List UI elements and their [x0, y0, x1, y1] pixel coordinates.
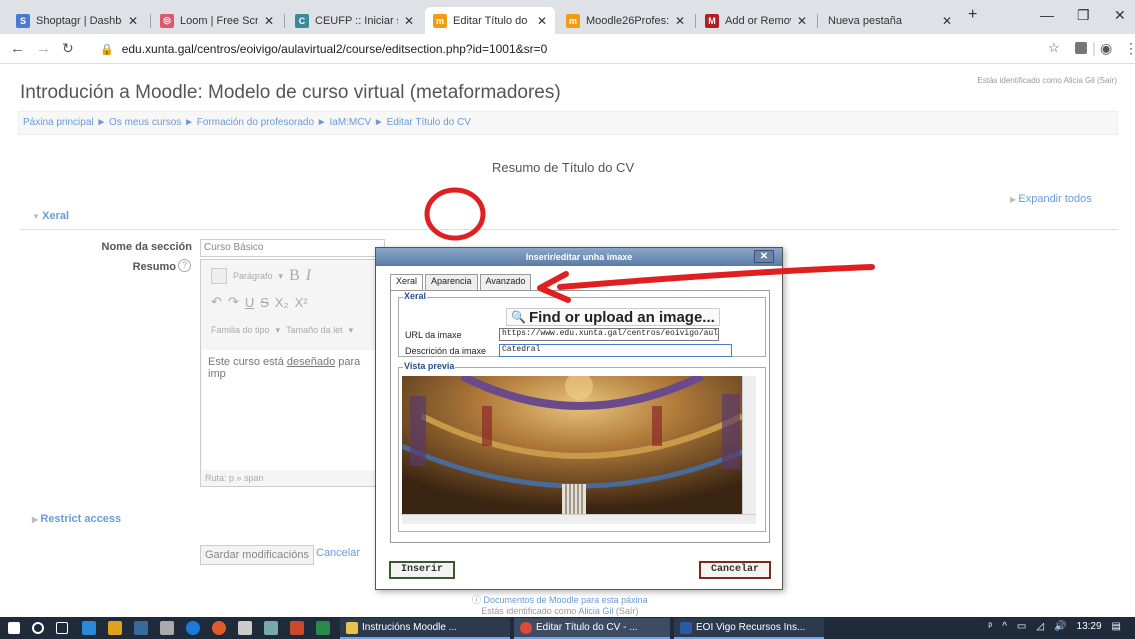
browser-tab-shoptagr[interactable]: S Shoptagr | Dashbo ✕	[8, 7, 146, 34]
tab-label: Moodle26Profes:	[586, 14, 669, 27]
chrome-icon	[520, 621, 532, 634]
lock-icon: 🔒	[100, 43, 114, 56]
url-text: edu.xunta.gal/centros/eoivigo/aulavirtua…	[121, 42, 548, 56]
windows-taskbar: Instrucións Moodle ... Editar Título do …	[0, 617, 1135, 639]
browser-tab-new[interactable]: Nueva pestaña ✕	[820, 7, 960, 34]
moodle-page: Estás identificado como Alicia Gil (Saír…	[0, 64, 1135, 617]
close-window-icon[interactable]: ✕	[1114, 7, 1126, 24]
annotation-circle	[424, 187, 486, 241]
gmail-icon: M	[705, 13, 719, 28]
tab-label: Editar Título do C	[453, 14, 531, 27]
chevron-up-icon[interactable]: ^	[1002, 621, 1007, 632]
close-tab-icon[interactable]: ✕	[942, 14, 952, 28]
restore-icon[interactable]: ❐	[1077, 7, 1090, 24]
powerpoint-icon[interactable]	[290, 621, 304, 635]
new-tab-button[interactable]: +	[968, 6, 977, 24]
wifi-icon[interactable]: ◿	[1036, 621, 1044, 632]
browser-tab-editar-titulo[interactable]: m Editar Título do C ✕	[425, 7, 555, 34]
back-icon[interactable]: ←	[10, 40, 25, 57]
tab-label: Shoptagr | Dashbo	[36, 14, 122, 27]
task-label: Instrucións Moodle ...	[362, 622, 458, 633]
tab-label: Add or Remove Se	[725, 14, 791, 27]
shoptagr-icon: S	[16, 13, 30, 28]
address-bar: ← → ↻ 🔒 edu.xunta.gal/centros/eoivigo/au…	[0, 34, 1135, 64]
app-icon[interactable]	[238, 621, 252, 635]
menu-dots-icon[interactable]: ⋮	[1124, 40, 1135, 57]
extension-icon[interactable]	[1075, 42, 1087, 54]
tab-label: CEUFP :: Iniciar se	[315, 14, 398, 27]
browser-tab-strip: S Shoptagr | Dashbo ✕ ◎ Loom | Free Scree…	[0, 0, 1135, 34]
word-icon	[680, 621, 692, 634]
forward-icon[interactable]: →	[36, 40, 51, 57]
browser-tab-moodle26[interactable]: m Moodle26Profes: ✕	[558, 7, 693, 34]
ceufp-icon: C	[295, 13, 309, 28]
start-icon[interactable]	[8, 622, 20, 634]
taskbar-item-chrome[interactable]: Editar Título do CV - ...	[514, 618, 670, 639]
close-tab-icon[interactable]: ✕	[264, 14, 274, 28]
loom-icon: ◎	[160, 13, 174, 28]
folder-icon	[346, 621, 358, 634]
system-tray: ᵖ ^ ▭ ◿ 🔊 13:29 ▤	[988, 621, 1121, 632]
minimize-icon[interactable]: —	[1040, 7, 1054, 23]
edge-icon[interactable]	[186, 621, 200, 635]
task-view-icon[interactable]	[56, 622, 68, 634]
clock[interactable]: 13:29	[1077, 621, 1102, 632]
store-icon[interactable]	[82, 621, 96, 635]
moodle-icon: m	[566, 13, 580, 28]
firefox-icon[interactable]	[212, 621, 226, 635]
app-icon[interactable]	[134, 621, 148, 635]
tab-label: Loom | Free Scree	[180, 14, 258, 27]
taskbar-item-word[interactable]: EOI Vigo Recursos Ins...	[674, 618, 824, 639]
calculator-icon[interactable]	[160, 621, 174, 635]
annotation-arrow-shaft	[557, 264, 875, 290]
profile-icon[interactable]: ◉	[1100, 40, 1112, 57]
notifications-icon[interactable]: ▤	[1112, 621, 1121, 632]
reload-icon[interactable]: ↻	[62, 40, 74, 57]
app-icon[interactable]	[108, 621, 122, 635]
excel-icon[interactable]	[316, 621, 330, 635]
search-icon[interactable]	[32, 622, 44, 634]
people-icon[interactable]: ᵖ	[988, 621, 992, 632]
bookmark-star-icon[interactable]: ☆	[1048, 40, 1060, 56]
task-label: EOI Vigo Recursos Ins...	[696, 622, 806, 633]
tab-label: Nueva pestaña	[828, 14, 902, 27]
close-tab-icon[interactable]: ✕	[675, 14, 685, 28]
close-tab-icon[interactable]: ✕	[537, 14, 547, 28]
annotation-overlay	[424, 187, 875, 303]
close-tab-icon[interactable]: ✕	[797, 14, 807, 28]
browser-tab-ceufp[interactable]: C CEUFP :: Iniciar se ✕	[287, 7, 422, 34]
browser-tab-loom[interactable]: ◎ Loom | Free Scree ✕	[152, 7, 282, 34]
close-tab-icon[interactable]: ✕	[404, 14, 414, 28]
battery-icon[interactable]: ▭	[1017, 621, 1026, 632]
browser-tab-add-remove[interactable]: M Add or Remove Se ✕	[697, 7, 815, 34]
close-tab-icon[interactable]: ✕	[128, 14, 138, 28]
task-label: Editar Título do CV - ...	[536, 622, 638, 633]
url-field[interactable]: 🔒 edu.xunta.gal/centros/eoivigo/aulavirt…	[100, 38, 1040, 60]
moodle-icon: m	[433, 13, 447, 28]
taskbar-item-folder[interactable]: Instrucións Moodle ...	[340, 618, 510, 639]
app-icon[interactable]	[264, 621, 278, 635]
volume-icon[interactable]: 🔊	[1054, 621, 1066, 632]
